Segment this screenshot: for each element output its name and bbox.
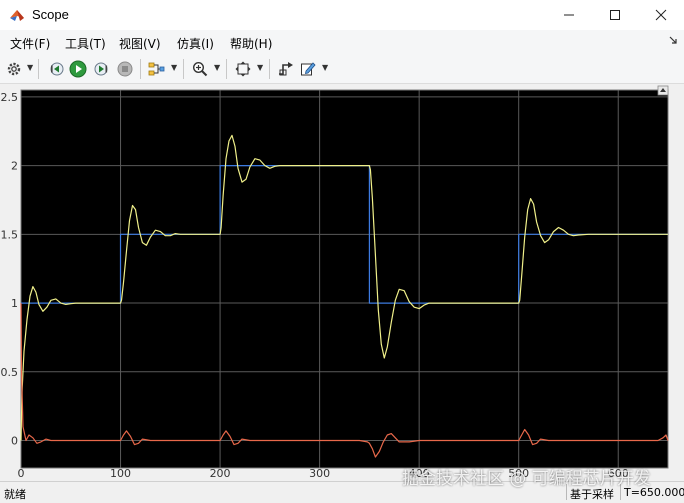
maximize-button[interactable] [592, 0, 638, 30]
style-button[interactable] [298, 59, 318, 79]
x-tick-label: 100 [110, 467, 131, 480]
scope-plot[interactable]: 0 100 200 300 400 500 60000.511.522.5 [0, 84, 684, 481]
play-icon [69, 60, 87, 78]
status-ready: 就绪 [4, 488, 26, 501]
menu-tools[interactable]: 工具(T) [65, 35, 106, 52]
window-title: Scope [32, 7, 69, 22]
x-tick-label: 200 [210, 467, 231, 480]
toolbar-separator [38, 59, 39, 79]
gear-icon [7, 62, 21, 76]
toolbar-separator [140, 59, 141, 79]
settings-dropdown-icon[interactable]: ▼ [27, 63, 33, 72]
settings-button[interactable] [4, 59, 24, 79]
toolbar: ▼ ▼ ▼ ▼ ▼ [0, 54, 684, 84]
dock-arrow-icon[interactable] [668, 35, 678, 45]
plot-background [21, 90, 668, 468]
watermark-text: 掘金技术社区 @ 可编程芯片开发 [402, 469, 651, 489]
x-tick-label: 0 [18, 467, 25, 480]
toolbar-separator [183, 59, 184, 79]
autoscale-icon [235, 61, 251, 77]
y-tick-label: 2.5 [1, 91, 19, 104]
toolbar-separator [226, 59, 227, 79]
highlight-dropdown-icon[interactable]: ▼ [171, 63, 177, 72]
y-tick-label: 0.5 [1, 366, 19, 379]
zoom-in-icon [192, 61, 208, 77]
y-tick-label: 1 [11, 297, 18, 310]
y-tick-label: 0 [11, 435, 18, 448]
step-back-button[interactable] [46, 59, 66, 79]
stop-button[interactable] [115, 59, 135, 79]
signal-highlight-icon [148, 62, 165, 76]
stop-icon [117, 61, 133, 77]
title-bar: Scope [0, 0, 684, 30]
menu-simulation[interactable]: 仿真(I) [177, 35, 214, 52]
step-back-icon [50, 62, 64, 76]
pencil-icon [301, 62, 316, 76]
zoom-dropdown-icon[interactable]: ▼ [214, 63, 220, 72]
autoscale-dropdown-icon[interactable]: ▼ [257, 63, 263, 72]
maximize-icon [610, 10, 620, 20]
autoscale-button[interactable] [233, 59, 253, 79]
menu-view[interactable]: 视图(V) [119, 35, 161, 52]
minimize-icon [564, 14, 574, 16]
step-forward-icon [94, 62, 108, 76]
scope-display[interactable]: 0 100 200 300 400 500 600 0 0.5 1 1.5 2 2.5 [0, 84, 684, 481]
run-button[interactable] [68, 59, 88, 79]
y-tick-label: 2 [11, 160, 18, 173]
minimize-button[interactable] [546, 0, 592, 30]
trigger-icon [279, 62, 293, 76]
style-dropdown-icon[interactable]: ▼ [322, 63, 328, 72]
step-forward-button[interactable] [92, 59, 112, 79]
y-tick-label: 1.5 [1, 228, 19, 241]
menu-bar: 文件(F) 工具(T) 视图(V) 仿真(I) 帮助(H) [0, 30, 684, 54]
toolbar-separator [269, 59, 270, 79]
zoom-button[interactable] [190, 59, 210, 79]
close-button[interactable] [638, 0, 684, 30]
menu-file[interactable]: 文件(F) [10, 35, 50, 52]
triggers-button[interactable] [276, 59, 296, 79]
close-icon [655, 9, 667, 21]
menu-help[interactable]: 帮助(H) [230, 35, 272, 52]
matlab-icon [10, 10, 24, 21]
highlight-button[interactable] [147, 59, 167, 79]
x-tick-label: 300 [309, 467, 330, 480]
